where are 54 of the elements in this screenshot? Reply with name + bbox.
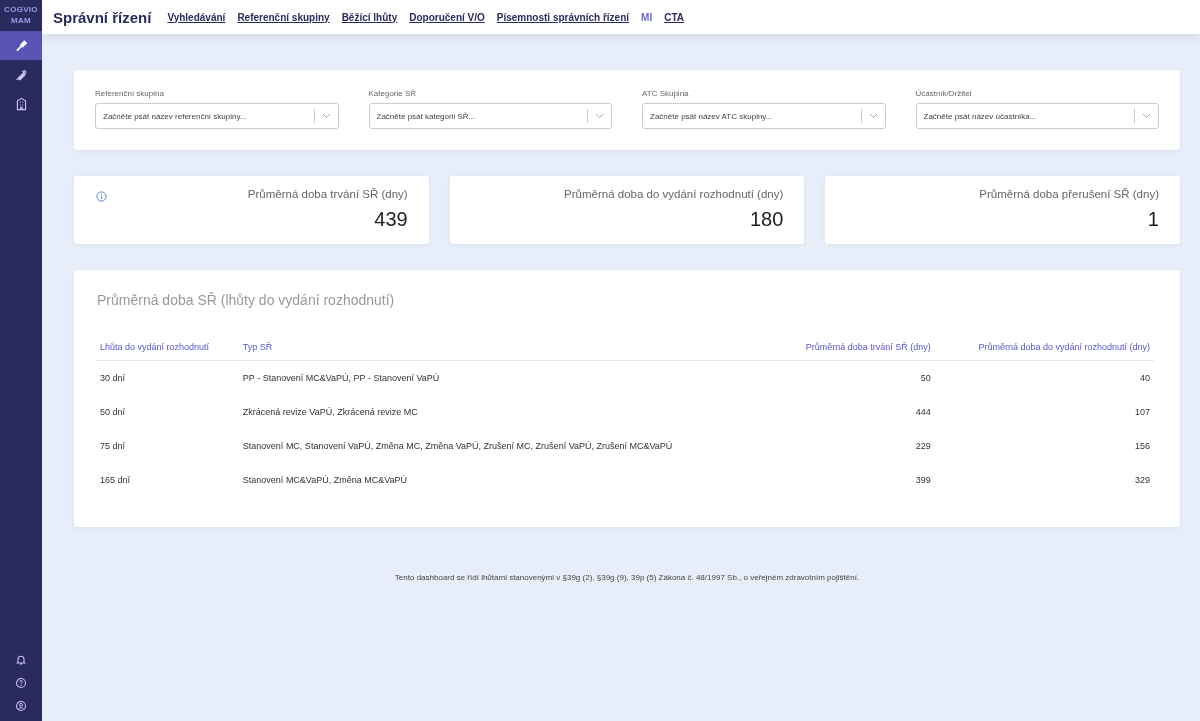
table-cell-text: 229 — [914, 440, 932, 453]
table-cell: PP - Stanovení MC&VaPÚ, PP - Stanovení VaPÚ — [238, 360, 773, 395]
info-icon[interactable] — [96, 191, 107, 202]
field-label: Referenční skupina — [95, 89, 165, 98]
column-header: Průměrná doba do vydání rozhodnutí (dny) — [934, 336, 1154, 361]
logo-text: COGVIO — [4, 4, 38, 15]
gavel-icon — [14, 38, 28, 53]
table-cell-text: 156 — [1133, 440, 1151, 453]
nav-link[interactable]: Běžící lhůty — [341, 11, 398, 23]
footer-note: Tento dashboard se řídí lhůtami stanovenými v §39g (2), §39g (9), 39p (5) Zákona č. 48/1997 Sb., o veřejném zdravotním pojištění. — [393, 573, 861, 582]
nav-link[interactable]: CTA — [664, 11, 684, 23]
logo-text: MAM — [11, 15, 31, 26]
table-cell-text: 329 — [1133, 474, 1151, 487]
nav-link[interactable]: Referenční skupiny — [237, 11, 330, 23]
table-cell-text: Stanovení MC&VaPÚ, Změna MC&VaPÚ — [241, 474, 409, 487]
nav-link[interactable]: Doporučení V/O — [409, 11, 485, 23]
select-field[interactable]: Začněte psát název účastníka... — [915, 103, 1159, 129]
nav-link[interactable]: MI — [641, 11, 653, 23]
table-cell-text: Zkrácená revize VaPÚ, Zkrácená revize MC — [241, 406, 419, 419]
stat-value: 1 — [1147, 208, 1159, 231]
select-field[interactable]: Začněte psát název referenční skupiny... — [95, 103, 339, 129]
user-icon[interactable] — [15, 699, 27, 712]
table-cell: 40 — [934, 360, 1154, 395]
table-cell: 50 — [772, 360, 935, 395]
stat-value: 439 — [374, 208, 408, 231]
table-cell-text: 50 dní — [99, 406, 127, 419]
nav-link[interactable]: Vyhledávání — [167, 11, 226, 23]
sidebar-item[interactable] — [0, 31, 42, 60]
select-field[interactable]: Začněte psát název ATC skupiny... — [642, 103, 886, 129]
nav-link[interactable]: Písemnosti správních řízení — [496, 11, 630, 23]
stat-label: Průměrná doba do vydání rozhodnutí (dny) — [564, 188, 784, 200]
bell-icon[interactable] — [15, 653, 27, 666]
table-cell-text: 399 — [914, 474, 932, 487]
column-header: Typ SŘ — [238, 336, 773, 361]
field-label: Účastník/Držitel — [915, 89, 973, 98]
table-cell-text: 444 — [914, 406, 932, 419]
table-title: Průměrná doba SŘ (lhůty do vydání rozhodnutí) — [97, 292, 396, 308]
stat-value: 180 — [749, 208, 784, 231]
field-label: ATC Skupina — [642, 89, 690, 98]
table-cell-text: 75 dní — [99, 440, 127, 453]
stat-label: Průměrná doba přerušení SŘ (dny) — [979, 188, 1159, 200]
stat-label: Průměrná doba trvání SŘ (dny) — [247, 188, 408, 200]
table-cell-text: 107 — [1133, 406, 1151, 419]
page-title: Správní řízení — [53, 8, 152, 26]
table-cell-text: Stanovení MC, Stanovení VaPÚ, Změna MC, Změna VaPÚ, Zrušení MC, Zrušení VaPÚ, Zrušení MC&VaPÚ — [241, 440, 674, 453]
select-field[interactable]: Začněte psát kategorii SŘ... — [368, 103, 612, 129]
building-icon — [14, 96, 28, 111]
help-icon[interactable] — [15, 676, 27, 689]
column-header: Lhůta do vydání rozhodnutí — [96, 336, 239, 361]
table-cell: 30 dní — [96, 360, 239, 395]
table-cell-text: 165 dní — [99, 474, 132, 487]
syringe-icon — [14, 67, 28, 82]
column-header: Průměrná doba trvání SŘ (dny) — [772, 336, 935, 361]
field-label: Kategorie SŘ — [368, 89, 418, 98]
